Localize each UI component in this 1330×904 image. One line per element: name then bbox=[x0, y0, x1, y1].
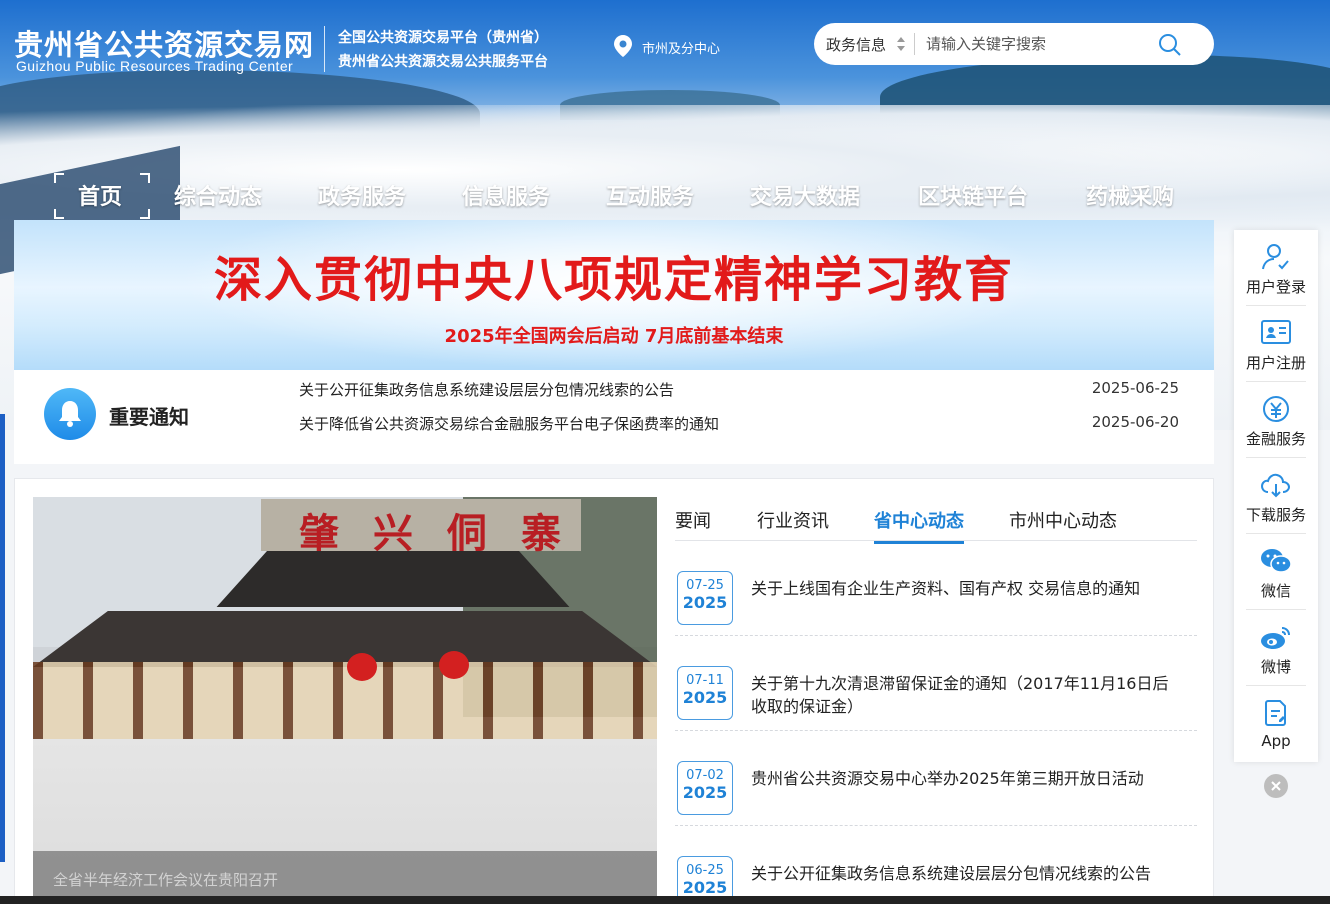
sidebar-item-label: 金融服务 bbox=[1245, 430, 1306, 448]
nav-item-news[interactable]: 综合动态 bbox=[174, 176, 262, 220]
search-box: 政务信息 bbox=[814, 23, 1214, 65]
news-title[interactable]: 贵州省公共资源交易中心举办2025年第三期开放日活动 bbox=[751, 767, 1171, 790]
news-title[interactable]: 关于公开征集政务信息系统建设层层分包情况线索的公告 bbox=[751, 862, 1171, 885]
news-panel: 肇 兴 侗 寨 全省半年经济工作会议在贵阳召开 要闻 行业资讯 省中心动态 市州… bbox=[14, 478, 1214, 904]
notice-item[interactable]: 关于公开征集政务信息系统建设层层分包情况线索的公告 2025-06-25 bbox=[299, 379, 1179, 400]
search-icon[interactable] bbox=[1158, 33, 1182, 57]
news-date-md: 07-11 bbox=[686, 673, 724, 688]
news-date-year: 2025 bbox=[682, 593, 728, 612]
gate-sign-char: 侗 bbox=[447, 510, 487, 557]
banner-subtitle: 2025年全国两会后启动 7月底前基本结束 bbox=[444, 326, 784, 347]
floating-sidebar: 用户登录 用户注册 金融服务 下载服务 微信 微博 App bbox=[1234, 230, 1318, 762]
sidebar-item-finance[interactable]: 金融服务 bbox=[1234, 382, 1318, 458]
news-date-badge: 07-11 2025 bbox=[677, 666, 733, 720]
site-logo-subtitle: Guizhou Public Resources Trading Center bbox=[16, 58, 294, 74]
search-input[interactable] bbox=[926, 31, 1156, 57]
tab-headlines[interactable]: 要闻 bbox=[675, 507, 711, 541]
lantern-graphic bbox=[347, 653, 377, 681]
wechat-icon bbox=[1261, 549, 1292, 573]
notice-item-title[interactable]: 关于降低省公共资源交易综合金融服务平台电子保函费率的通知 bbox=[299, 415, 719, 433]
select-arrows-icon[interactable] bbox=[896, 35, 906, 53]
news-date-badge: 07-25 2025 bbox=[677, 571, 733, 625]
branch-center-link[interactable]: 市州及分中心 bbox=[642, 38, 720, 57]
lantern-graphic bbox=[439, 651, 469, 679]
news-date-md: 07-25 bbox=[686, 578, 724, 593]
news-date-year: 2025 bbox=[682, 688, 728, 707]
gate-sign-char: 肇 bbox=[299, 510, 339, 557]
photo-caption[interactable]: 全省半年经济工作会议在贵阳召开 bbox=[53, 869, 278, 890]
header-divider bbox=[324, 26, 325, 72]
news-date-year: 2025 bbox=[682, 783, 728, 802]
notice-heading: 重要通知 bbox=[109, 405, 189, 429]
banner-title: 深入贯彻中央八项规定精神学习教育 bbox=[213, 252, 1014, 308]
nav-item-home[interactable]: 首页 bbox=[78, 176, 122, 220]
app-icon bbox=[1265, 700, 1286, 726]
nav-item-blockchain[interactable]: 区块链平台 bbox=[918, 176, 1028, 220]
sidebar-item-login[interactable]: 用户登录 bbox=[1234, 230, 1318, 306]
tab-industry-news[interactable]: 行业资讯 bbox=[757, 507, 829, 541]
sidebar-item-label: App bbox=[1261, 732, 1291, 750]
notice-item-title[interactable]: 关于公开征集政务信息系统建设层层分包情况线索的公告 bbox=[299, 381, 674, 399]
sidebar-item-download[interactable]: 下载服务 bbox=[1234, 458, 1318, 534]
sidebar-item-label: 微信 bbox=[1260, 582, 1291, 600]
nav-item-drug-procurement[interactable]: 药械采购 bbox=[1086, 176, 1174, 220]
news-date-year: 2025 bbox=[682, 878, 728, 897]
sidebar-item-label: 用户登录 bbox=[1245, 278, 1306, 296]
sidebar-item-label: 下载服务 bbox=[1245, 506, 1306, 524]
left-edge-strip bbox=[0, 414, 5, 862]
gate-sign-char: 寨 bbox=[521, 510, 561, 557]
sidebar-item-weibo[interactable]: 微博 bbox=[1234, 610, 1318, 686]
news-photo-carousel[interactable]: 肇 兴 侗 寨 全省半年经济工作会议在贵阳召开 bbox=[33, 497, 657, 904]
news-tabs: 要闻 行业资讯 省中心动态 市州中心动态 bbox=[675, 499, 1197, 544]
news-date-badge: 07-02 2025 bbox=[677, 761, 733, 815]
notice-item[interactable]: 关于降低省公共资源交易综合金融服务平台电子保函费率的通知 2025-06-20 bbox=[299, 413, 1179, 434]
main-nav: 首页 综合动态 政务服务 信息服务 互动服务 交易大数据 区块链平台 药械采购 bbox=[0, 173, 1214, 220]
news-date-md: 07-02 bbox=[686, 768, 724, 783]
sidebar-item-label: 微博 bbox=[1260, 658, 1291, 676]
gate-sign-char: 兴 bbox=[373, 510, 413, 557]
weibo-icon bbox=[1261, 627, 1290, 649]
nav-item-interactive[interactable]: 互动服务 bbox=[606, 176, 694, 220]
platform-name-line2: 贵州省公共资源交易公共服务平台 bbox=[338, 54, 548, 70]
news-list-item[interactable]: 06-25 2025 关于公开征集政务信息系统建设层层分包情况线索的公告 bbox=[675, 826, 1197, 904]
sidebar-item-label: 用户注册 bbox=[1245, 354, 1306, 372]
user-login-icon bbox=[1262, 244, 1289, 270]
photo-gate-sign: 肇 兴 侗 寨 bbox=[261, 499, 581, 557]
promo-banner[interactable]: 深入贯彻中央八项规定精神学习教育 2025年全国两会后启动 7月底前基本结束 bbox=[14, 220, 1214, 370]
notice-item-date: 2025-06-25 bbox=[1091, 379, 1179, 397]
photo-pillars bbox=[33, 662, 657, 742]
nav-item-info-service[interactable]: 信息服务 bbox=[462, 176, 550, 220]
news-list-item[interactable]: 07-02 2025 贵州省公共资源交易中心举办2025年第三期开放日活动 bbox=[675, 731, 1197, 826]
bottom-edge bbox=[0, 896, 1330, 904]
sidebar-item-app[interactable]: App bbox=[1234, 686, 1318, 762]
finance-icon bbox=[1263, 396, 1289, 422]
bell-icon bbox=[44, 388, 96, 440]
search-divider bbox=[914, 33, 915, 55]
location-pin-icon[interactable] bbox=[614, 35, 632, 57]
cloud-download-icon bbox=[1260, 473, 1291, 498]
tab-provincial-center[interactable]: 省中心动态 bbox=[874, 507, 964, 544]
nav-item-big-data[interactable]: 交易大数据 bbox=[750, 176, 860, 220]
news-list-item[interactable]: 07-11 2025 关于第十九次清退滞留保证金的通知（2017年11月16日后… bbox=[675, 636, 1197, 731]
news-title[interactable]: 关于上线国有企业生产资料、国有产权 交易信息的通知 bbox=[751, 577, 1171, 600]
user-register-icon bbox=[1261, 320, 1291, 344]
sidebar-close-icon[interactable] bbox=[1264, 774, 1288, 798]
news-list-item[interactable]: 07-25 2025 关于上线国有企业生产资料、国有产权 交易信息的通知 bbox=[675, 541, 1197, 636]
important-notice: 重要通知 关于公开征集政务信息系统建设层层分包情况线索的公告 2025-06-2… bbox=[14, 370, 1214, 464]
sidebar-item-wechat[interactable]: 微信 bbox=[1234, 534, 1318, 610]
platform-name-line1: 全国公共资源交易平台（贵州省） bbox=[338, 30, 548, 46]
news-date-md: 06-25 bbox=[686, 863, 724, 878]
search-type-select[interactable]: 政务信息 bbox=[826, 34, 886, 55]
notice-item-date: 2025-06-20 bbox=[1091, 413, 1179, 431]
sidebar-item-register[interactable]: 用户注册 bbox=[1234, 306, 1318, 382]
tab-city-center[interactable]: 市州中心动态 bbox=[1009, 507, 1117, 541]
nav-item-gov-service[interactable]: 政务服务 bbox=[318, 176, 406, 220]
news-title[interactable]: 关于第十九次清退滞留保证金的通知（2017年11月16日后收取的保证金） bbox=[751, 672, 1171, 718]
